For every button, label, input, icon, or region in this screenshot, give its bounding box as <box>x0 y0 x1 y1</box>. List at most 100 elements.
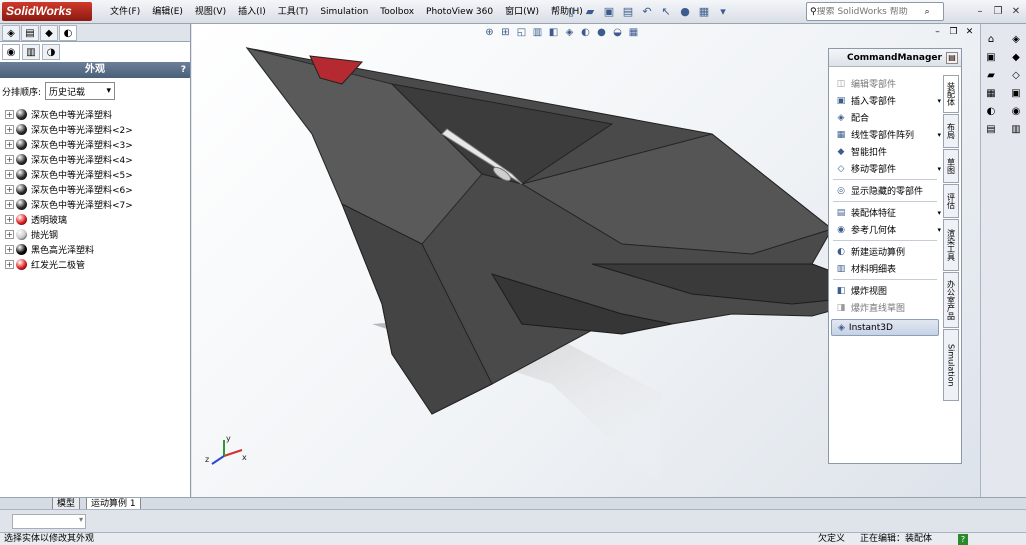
select-arrow-icon[interactable]: ↖ <box>657 3 675 20</box>
expand-icon[interactable]: + <box>5 185 14 194</box>
command-tab[interactable]: 办公室产品 <box>943 272 959 328</box>
layer-combo[interactable]: ▾ <box>12 514 86 529</box>
help-search-box[interactable]: ⚲ ⌕ <box>806 2 944 21</box>
restore-icon[interactable]: ❐ <box>990 3 1006 19</box>
appearance-subtab-icon[interactable]: ◉ <box>2 44 20 60</box>
menu-item[interactable]: 视图(V) <box>189 0 232 24</box>
custom-properties-icon[interactable]: ▤ <box>984 122 998 136</box>
status-help-button[interactable]: ? <box>958 534 968 545</box>
chevron-down-icon[interactable]: ▾ <box>937 226 941 234</box>
expand-icon[interactable]: + <box>5 110 14 119</box>
tree-item[interactable]: + 深灰色中等光泽塑料<6> <box>0 182 190 197</box>
expand-icon[interactable]: + <box>5 200 14 209</box>
view-palette-icon[interactable]: ▦ <box>984 86 998 100</box>
close-icon[interactable]: ✕ <box>1008 3 1024 19</box>
expand-icon[interactable]: + <box>5 140 14 149</box>
appearances-scenes-icon[interactable]: ◐ <box>984 104 998 118</box>
command-item[interactable]: ◇ 移动零部件 ▾ <box>829 160 941 177</box>
command-icon: ◎ <box>837 185 845 196</box>
expand-icon[interactable]: + <box>5 125 14 134</box>
sort-dropdown[interactable]: 历史记载 ▾ <box>45 82 116 100</box>
command-item[interactable]: ▤ 装配体特征 ▾ <box>829 204 941 221</box>
tree-item[interactable]: + 抛光钢 <box>0 227 190 242</box>
solidworks-logo[interactable]: SolidWorks <box>2 2 92 21</box>
command-tab[interactable]: 布局 <box>943 114 959 148</box>
save-icon[interactable]: ▣ <box>600 3 618 20</box>
command-item[interactable]: ▥ 材料明细表 <box>829 260 941 277</box>
tree-item[interactable]: + 深灰色中等光泽塑料<3> <box>0 137 190 152</box>
menu-item[interactable]: 插入(I) <box>232 0 272 24</box>
command-tab[interactable]: 评估 <box>943 184 959 218</box>
menu-bar: 文件(F) 编辑(E) 视图(V) 插入(I) 工具(T) Simulation Toolb… <box>104 0 589 24</box>
command-item[interactable]: ▦ 线性零部件阵列 ▾ <box>829 126 941 143</box>
tree-item[interactable]: + 深灰色中等光泽塑料<5> <box>0 167 190 182</box>
command-item[interactable]: ◧ 爆炸视图 <box>829 282 941 299</box>
menu-item[interactable]: 文件(F) <box>104 0 146 24</box>
command-item[interactable]: ◐ 新建运动算例 <box>829 243 941 260</box>
menu-item[interactable]: 编辑(E) <box>146 0 189 24</box>
menu-item[interactable]: 窗口(W) <box>499 0 545 24</box>
tool-icon-4[interactable]: ▣ <box>1009 86 1023 100</box>
tool-icon-2[interactable]: ◆ <box>1009 50 1023 64</box>
rebuild-icon[interactable]: ● <box>676 3 694 20</box>
configuration-manager-tab-icon[interactable]: ◆ <box>40 25 58 41</box>
expand-icon[interactable]: + <box>5 155 14 164</box>
tree-item[interactable]: + 深灰色中等光泽塑料 <box>0 107 190 122</box>
tree-item[interactable]: + 深灰色中等光泽塑料<2> <box>0 122 190 137</box>
new-file-icon[interactable]: ▯ <box>562 3 580 20</box>
chevron-down-icon[interactable]: ▾ <box>714 3 732 20</box>
menu-item[interactable]: PhotoView 360 <box>420 0 499 24</box>
expand-icon[interactable]: + <box>5 260 14 269</box>
property-manager-tab-icon[interactable]: ▤ <box>21 25 39 41</box>
instant3d-button[interactable]: ◈ Instant3D <box>831 319 939 336</box>
flyout-pin-icon[interactable]: ▤ <box>946 52 958 64</box>
chevron-down-icon[interactable]: ▾ <box>937 165 941 173</box>
options-icon[interactable]: ▦ <box>695 3 713 20</box>
command-item[interactable]: ▣ 插入零部件 ▾ <box>829 92 941 109</box>
file-explorer-icon[interactable]: ▰ <box>984 68 998 82</box>
tree-item[interactable]: + 透明玻璃 <box>0 212 190 227</box>
scene-subtab-icon[interactable]: ◑ <box>42 44 60 60</box>
resources-icon[interactable]: ⌂ <box>984 32 998 46</box>
command-item[interactable]: ◫ 编辑零部件 <box>829 75 941 92</box>
expand-icon[interactable]: + <box>5 245 14 254</box>
undo-icon[interactable]: ↶ <box>638 3 656 20</box>
tool-icon-5[interactable]: ◉ <box>1009 104 1023 118</box>
print-icon[interactable]: ▤ <box>619 3 637 20</box>
expand-icon[interactable]: + <box>5 170 14 179</box>
command-item[interactable]: ◉ 参考几何体 ▾ <box>829 221 941 238</box>
tree-item[interactable]: + 红发光二极管 <box>0 257 190 272</box>
tree-item[interactable]: + 深灰色中等光泽塑料<7> <box>0 197 190 212</box>
chevron-down-icon[interactable]: ▾ <box>937 97 941 105</box>
chevron-down-icon[interactable]: ▾ <box>937 209 941 217</box>
design-library-icon[interactable]: ▣ <box>984 50 998 64</box>
tool-icon-1[interactable]: ◈ <box>1009 32 1023 46</box>
tree-item[interactable]: + 深灰色中等光泽塑料<4> <box>0 152 190 167</box>
minimize-icon[interactable]: – <box>972 3 988 19</box>
command-tab[interactable]: 装配体 <box>943 75 959 113</box>
command-item[interactable]: ◆ 智能扣件 <box>829 143 941 160</box>
help-search-input[interactable] <box>816 6 925 17</box>
feature-manager-tab-icon[interactable]: ◈ <box>2 25 20 41</box>
tree-item[interactable]: + 黑色高光泽塑料 <box>0 242 190 257</box>
help-button[interactable]: ? <box>181 62 186 78</box>
tool-icon-6[interactable]: ▥ <box>1009 122 1023 136</box>
menu-item[interactable]: 工具(T) <box>272 0 315 24</box>
menu-item[interactable]: Simulation <box>314 0 374 24</box>
chevron-down-icon[interactable]: ▾ <box>937 131 941 139</box>
appearance-tab-icon[interactable]: ◐ <box>59 25 77 41</box>
search-icon[interactable]: ⌕ <box>925 7 930 17</box>
menu-item[interactable]: Toolbox <box>374 0 420 24</box>
open-file-icon[interactable]: ▰ <box>581 3 599 20</box>
command-item[interactable]: ◈ 配合 <box>829 109 941 126</box>
graphics-area[interactable]: ⊕ ⊞ ◱ ▥ ◧ ◈ ◐ ● ◒ ▦ – ❐ ✕ x y z CommandM… <box>192 24 980 497</box>
command-tab[interactable]: 草图 <box>943 149 959 183</box>
command-item[interactable]: ◨ 爆炸直线草图 <box>829 299 941 316</box>
expand-icon[interactable]: + <box>5 230 14 239</box>
decal-subtab-icon[interactable]: ▥ <box>22 44 40 60</box>
expand-icon[interactable]: + <box>5 215 14 224</box>
command-item[interactable]: ◎ 显示隐藏的零部件 <box>829 182 941 199</box>
command-tab[interactable]: Simulation <box>943 329 959 401</box>
command-tab[interactable]: 渲染工具 <box>943 219 959 271</box>
tool-icon-3[interactable]: ◇ <box>1009 68 1023 82</box>
